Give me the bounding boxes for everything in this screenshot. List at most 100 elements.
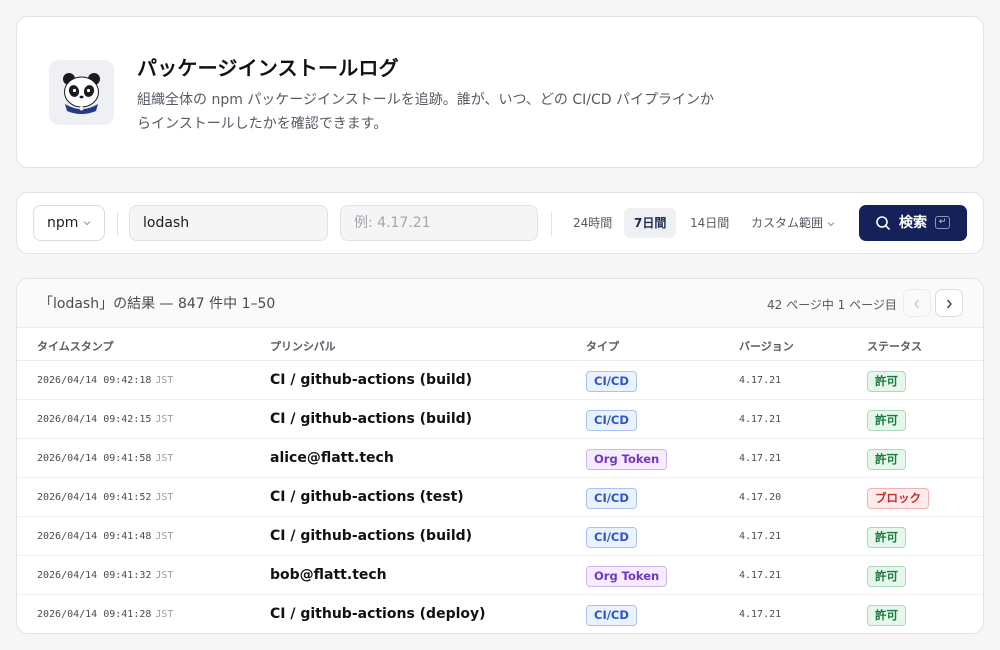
search-button-label: 検索 <box>899 215 927 231</box>
principal-cell[interactable]: CI / github-actions (deploy) <box>270 595 486 633</box>
column-header-type[interactable]: タイプ <box>586 338 619 354</box>
status-badge: 許可 <box>867 527 906 548</box>
version-cell: 4.17.21 <box>739 570 782 581</box>
principal-cell[interactable]: CI / github-actions (build) <box>270 361 472 400</box>
results-table: 「lodash」の結果 — 847 件中 1–50 42 ページ中 1 ページ目… <box>16 278 984 634</box>
status-badge: 許可 <box>867 371 906 392</box>
ecosystem-select-value: npm <box>47 215 79 231</box>
status-badge: 許可 <box>867 449 906 470</box>
status-cell: 許可 <box>867 595 906 633</box>
type-badge: CI/CD <box>586 410 637 431</box>
timezone-label: JST <box>155 414 174 425</box>
results-summary: 「lodash」の結果 — 847 件中 1–50 <box>39 296 276 312</box>
search-bar: npm lodash 例: 4.17.21 24時間 7日間 14日間 カスタム… <box>16 192 984 254</box>
type-cell: CI/CD <box>586 595 637 633</box>
ecosystem-select[interactable]: npm <box>33 205 105 241</box>
status-badge: 許可 <box>867 605 906 626</box>
type-cell: CI/CD <box>586 400 637 439</box>
version-cell: 4.17.21 <box>739 375 782 386</box>
timestamp-value: 2026/04/14 09:41:32 <box>37 570 152 581</box>
type-badge: Org Token <box>586 566 668 587</box>
package-name-input[interactable]: lodash <box>129 205 328 241</box>
timestamp-value: 2026/04/14 09:41:28 <box>37 609 152 620</box>
type-badge: CI/CD <box>586 527 637 548</box>
timezone-label: JST <box>155 453 174 464</box>
principal-cell[interactable]: CI / github-actions (build) <box>270 400 472 439</box>
prev-page-button[interactable] <box>903 289 931 317</box>
page-title: パッケージインストールログ <box>137 56 399 80</box>
status-cell: 許可 <box>867 361 906 400</box>
timestamp-cell: 2026/04/14 09:41:48 JST <box>37 517 173 556</box>
version-cell: 4.17.21 <box>739 531 782 542</box>
principal-cell[interactable]: bob@flatt.tech <box>270 556 387 595</box>
table-row[interactable]: 2026/04/14 09:41:58 JST alice@flatt.tech Or… <box>17 439 983 478</box>
header-card: パッケージインストールログ 組織全体の npm パッケージインストールを追跡。誰… <box>16 16 984 168</box>
status-badge: ブロック <box>867 488 929 509</box>
panda-mascot-icon <box>49 60 114 125</box>
range-24h[interactable]: 24時間 <box>563 208 622 238</box>
timestamp-cell: 2026/04/14 09:41:32 JST <box>37 556 173 595</box>
status-cell: 許可 <box>867 556 906 595</box>
status-cell: 許可 <box>867 517 906 556</box>
timezone-label: JST <box>155 570 174 581</box>
page-description: 組織全体の npm パッケージインストールを追跡。誰が、いつ、どの CI/CD … <box>137 92 714 132</box>
timestamp-cell: 2026/04/14 09:41:28 JST <box>37 595 174 633</box>
status-badge: 許可 <box>867 566 906 587</box>
timestamp-value: 2026/04/14 09:42:15 <box>37 414 152 425</box>
chevron-left-icon <box>914 299 920 309</box>
column-header-timestamp[interactable]: タイムスタンプ <box>37 338 113 354</box>
timezone-label: JST <box>155 609 174 620</box>
type-badge: CI/CD <box>586 371 637 392</box>
principal-cell[interactable]: alice@flatt.tech <box>270 439 394 478</box>
results-header: 「lodash」の結果 — 847 件中 1–50 42 ページ中 1 ページ目 <box>17 279 983 328</box>
timestamp-cell: 2026/04/14 09:41:58 JST <box>37 439 173 478</box>
table-row[interactable]: 2026/04/14 09:42:15 JST CI / github-action… <box>17 400 983 439</box>
timezone-label: JST <box>155 531 174 542</box>
column-header-version[interactable]: バージョン <box>739 338 794 354</box>
column-header-status[interactable]: ステータス <box>867 338 922 354</box>
type-cell: CI/CD <box>586 517 637 556</box>
type-cell: CI/CD <box>586 361 637 400</box>
status-cell: 許可 <box>867 400 906 439</box>
status-cell: ブロック <box>867 478 929 517</box>
timestamp-cell: 2026/04/14 09:41:52 JST <box>37 478 173 517</box>
timezone-label: JST <box>155 375 174 386</box>
range-custom[interactable]: カスタム範囲 <box>741 208 845 238</box>
range-7d[interactable]: 7日間 <box>624 208 677 238</box>
principal-cell[interactable]: CI / github-actions (test) <box>270 478 464 517</box>
timezone-label: JST <box>155 492 174 503</box>
divider <box>117 212 118 236</box>
enter-key-icon: ↵ <box>935 216 950 229</box>
chevron-down-icon <box>83 221 91 226</box>
table-row[interactable]: 2026/04/14 09:41:32 JST bob@flatt.tech Org … <box>17 556 983 595</box>
type-badge: CI/CD <box>586 488 637 509</box>
range-14d[interactable]: 14日間 <box>680 208 739 238</box>
type-badge: CI/CD <box>586 605 637 626</box>
table-row[interactable]: 2026/04/14 09:41:28 JST CI / github-action… <box>17 595 983 633</box>
version-cell: 4.17.21 <box>739 453 782 464</box>
table-row[interactable]: 2026/04/14 09:41:52 JST CI / github-action… <box>17 478 983 517</box>
chevron-down-icon <box>827 221 835 226</box>
next-page-button[interactable] <box>935 289 963 317</box>
version-cell: 4.17.21 <box>739 414 782 425</box>
timestamp-cell: 2026/04/14 09:42:18 JST <box>37 361 173 400</box>
type-cell: Org Token <box>586 556 668 595</box>
type-badge: Org Token <box>586 449 668 470</box>
table-row[interactable]: 2026/04/14 09:41:48 JST CI / github-action… <box>17 517 983 556</box>
status-cell: 許可 <box>867 439 906 478</box>
status-badge: 許可 <box>867 410 906 431</box>
table-row[interactable]: 2026/04/14 09:42:18 JST CI / github-action… <box>17 361 983 400</box>
version-cell: 4.17.21 <box>739 609 782 620</box>
range-custom-label: カスタム範囲 <box>751 216 824 230</box>
principal-cell[interactable]: CI / github-actions (build) <box>270 517 472 556</box>
timestamp-cell: 2026/04/14 09:42:15 JST <box>37 400 173 439</box>
timestamp-value: 2026/04/14 09:41:48 <box>37 531 152 542</box>
timestamp-value: 2026/04/14 09:41:58 <box>37 453 152 464</box>
search-button[interactable]: 検索 ↵ <box>859 205 967 241</box>
version-input[interactable]: 例: 4.17.21 <box>340 205 538 241</box>
column-header-principal[interactable]: プリンシパル <box>270 338 336 354</box>
type-cell: Org Token <box>586 439 668 478</box>
type-cell: CI/CD <box>586 478 637 517</box>
timestamp-value: 2026/04/14 09:41:52 <box>37 492 152 503</box>
version-cell: 4.17.20 <box>739 492 782 503</box>
